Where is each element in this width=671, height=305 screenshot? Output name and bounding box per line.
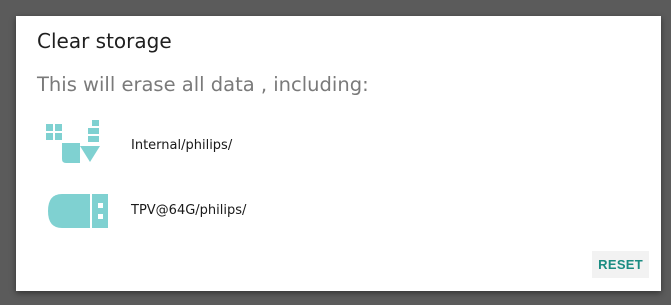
reset-button[interactable]: RESET — [592, 251, 649, 278]
storage-item-label: Internal/philips/ — [131, 137, 233, 153]
dialog-title: Clear storage — [37, 29, 172, 53]
clear-storage-dialog: Clear storage This will erase all data ,… — [16, 16, 661, 291]
dialog-message: This will erase all data , including: — [37, 73, 369, 96]
internal-storage-icon — [44, 120, 108, 170]
storage-item-usb: TPV@64G/philips/ — [44, 185, 246, 235]
usb-drive-icon — [44, 185, 108, 235]
storage-item-label: TPV@64G/philips/ — [131, 202, 247, 218]
storage-item-internal: Internal/philips/ — [44, 120, 232, 170]
